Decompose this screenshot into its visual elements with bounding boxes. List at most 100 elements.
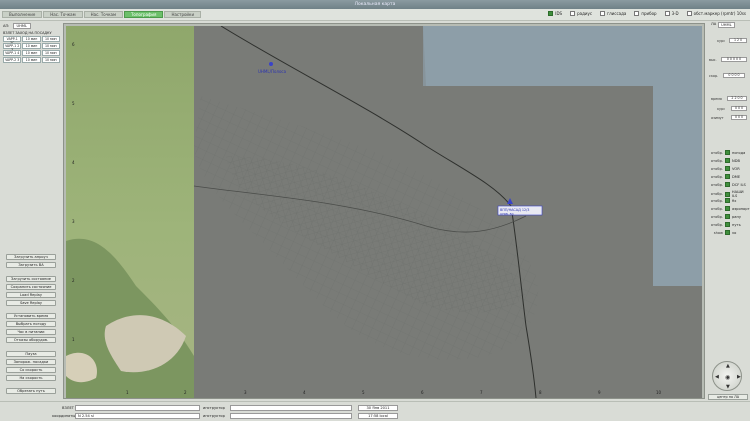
pan-up-icon[interactable]: ▲ [726,363,730,369]
navaid-icon [269,62,273,66]
checkbox-icon [725,230,730,235]
layer-fix[interactable]: отобр. fix [707,198,736,203]
layer-ndb[interactable]: отобр. NDB [707,158,740,163]
instructor-field[interactable] [230,405,352,411]
checkbox-icon [725,222,730,227]
azimuth-field[interactable]: 0 0 0 [731,115,747,120]
checkbox-icon [725,150,730,155]
tab-execution[interactable]: Выполнение [2,11,43,18]
time-label: время [711,97,722,101]
layer-key: show [713,230,723,235]
matrix-cell[interactable]: 10 мин [22,43,41,49]
layer-name: NDB [732,158,740,163]
layer-key: отобр. [710,214,723,219]
checkbox-icon [725,206,730,211]
topographic-map[interactable]: UHML/Полоса ВПП/НАСАД 12/3 UHML 80 1 2 3… [66,26,702,398]
matrix-cell[interactable]: 10 мин [41,43,60,49]
load-aircraft-button[interactable]: Загрузить ВА [6,262,56,268]
azimuth-label: азимут [711,116,724,120]
matrix-row: VAPP-2 3 10 мин 10 мин [3,57,61,63]
layer-key: отобр. [710,192,723,196]
toggle-label: обст.маркер (rpmtr) 10ss [693,11,746,16]
load-replay-button[interactable]: Load Replay [6,292,56,298]
speed-field[interactable]: 0 0 0 0 [723,73,745,78]
pan-left-icon[interactable]: ◀ [715,374,719,380]
checkbox-icon [548,11,554,16]
layer-path[interactable]: отобр. путь [707,222,741,227]
save-state-button[interactable]: Сохранить состояние [6,284,56,290]
toggle-3d[interactable]: 3-D [664,11,679,16]
trim-path-button[interactable]: Обрезать путь [6,388,56,394]
layer-dme[interactable]: отобр. DME [707,174,740,179]
layer-vor[interactable]: отобр. VOR [707,166,740,171]
toggle-ids[interactable]: IDS [548,11,562,16]
toggle-label: IDS [555,11,563,16]
landing-button[interactable]: Запорож. посадки [6,359,56,365]
matrix-cell[interactable]: 10 мин [41,57,60,63]
coords-field[interactable]: N 2.54 sl [75,413,200,419]
layer-key: отобр. [710,182,723,187]
layer-weather[interactable]: отобр. погода [707,150,745,155]
layer-dcf-ils[interactable]: отобр. DCF ILS [707,182,746,187]
window-titlebar: Локальная карта [0,0,750,9]
airport-dropdown[interactable]: UHML [12,23,31,29]
x-tick: 10 [656,390,662,395]
pan-down-icon[interactable]: ▼ [726,384,730,390]
navaid-label: UHML/Полоса [258,69,287,74]
toggle-label: 3-D [671,11,679,16]
matrix-cell[interactable]: 10 мин [22,57,41,63]
set-time-button[interactable]: Установить время [6,313,56,319]
center-on-aircraft-button[interactable]: центр по ЛА [708,394,748,400]
takeoff-field[interactable] [75,405,200,411]
from-speed-button[interactable]: Со скорость [6,367,56,373]
heading-field[interactable]: 1 2 0 [729,38,747,43]
tab-topography[interactable]: Топография [123,11,164,18]
matrix-cell[interactable]: 10 мин [22,50,41,56]
course-field[interactable]: 0 0 0 [731,106,747,111]
checkbox-icon [725,182,730,187]
toggle-obstacle-marker[interactable]: обст.маркер (rpmtr) 10ss [686,11,746,16]
toggle-instrument[interactable]: прибор [634,11,657,16]
layer-vo[interactable]: show vo [707,230,736,235]
tab-settings[interactable]: Настройки [164,11,202,18]
matrix-cell[interactable]: VAPP-1 3C [3,36,22,45]
matrix-cell[interactable]: 10 мин [22,36,41,42]
load-approach-button[interactable]: Загрузить апроуч [6,254,56,260]
tab-points-b[interactable]: Нас. Точкам [83,11,123,18]
map-pan-control[interactable]: ▲ ▼ ◀ ▶ ◉ [712,361,742,391]
instructor-field-2[interactable] [230,413,352,419]
altitude-field[interactable]: 0 0 0 0 0 [721,57,747,62]
water-body [423,26,702,86]
layer-our-ils[interactable]: отобр. НАШИ ILS [707,190,750,198]
aircraft-dropdown[interactable]: UHML [718,22,735,28]
matrix-cell[interactable]: VAPP-1 2 3 [3,43,22,52]
select-weather-button[interactable]: Выбрать погоду [6,321,56,327]
layer-airport[interactable]: отобр. аэропорт [707,206,750,211]
matrix-cell[interactable]: VAPP-1 4 [3,50,22,56]
pan-right-icon[interactable]: ▶ [737,374,741,380]
matrix-cell[interactable]: 10 мин [41,50,60,56]
time-field[interactable]: 2 2 0 0 [727,96,747,101]
toggle-glideslope[interactable]: глиссада [600,11,626,16]
layer-runway[interactable]: отобр. рану [707,214,741,219]
airport-label: АП: [3,24,10,28]
matrix-cell[interactable]: VAPP-2 3 [3,57,22,63]
tab-strip: Выполнение Нас. Точкам Нас. Точкам Топог… [2,11,202,18]
toggle-radius[interactable]: радиус [570,11,592,16]
layer-key: отобр. [710,206,723,211]
layer-key: отобр. [710,222,723,227]
tab-points-a[interactable]: Нас. Точкам [43,11,83,18]
layer-name: рану [732,214,741,219]
checkbox-icon [725,174,730,179]
takeoff-label: ВЗЛЕТ [62,406,74,410]
pause-button[interactable]: Пауза [6,351,56,357]
to-speed-button[interactable]: На скорость [6,375,56,381]
matrix-cell[interactable]: 10 мин [41,36,60,42]
layer-name: аэропорт [732,206,750,211]
load-state-button[interactable]: Загрузить состояние [6,276,56,282]
save-replay-button[interactable]: Save Replay [6,300,56,306]
power-hour-button[interactable]: Час в питании [6,329,56,335]
checkbox-icon [725,166,730,171]
pan-center-icon[interactable]: ◉ [725,374,730,381]
failures-button[interactable]: Отказы оборудов. [6,337,56,343]
